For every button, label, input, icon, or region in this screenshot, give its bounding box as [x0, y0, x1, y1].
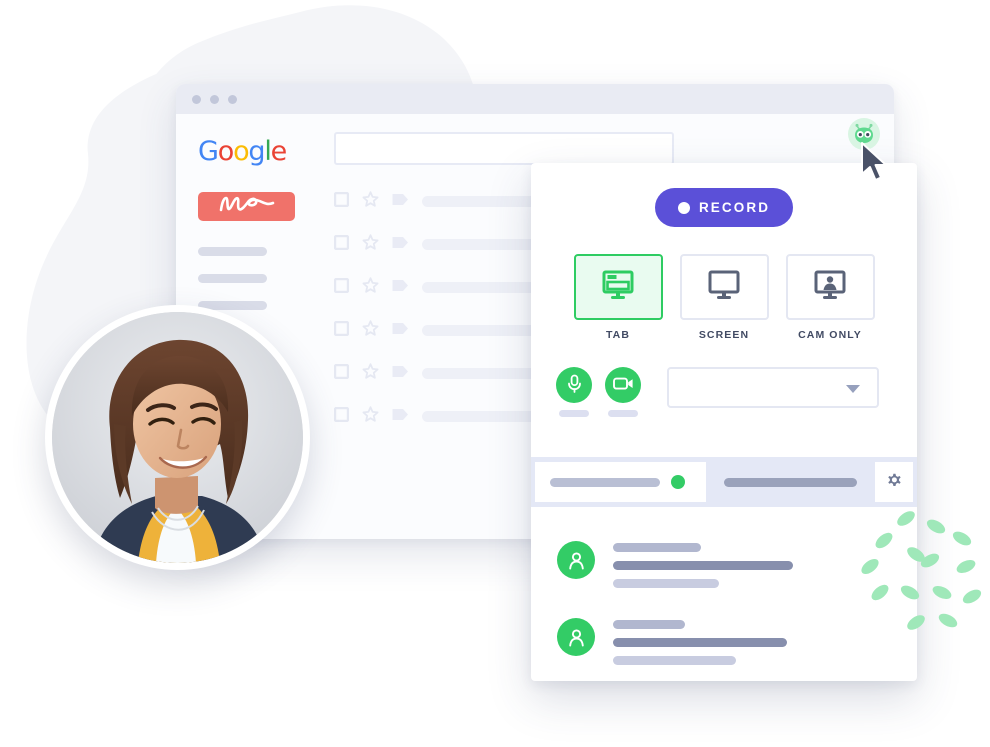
mode-tab-tile [573, 254, 663, 320]
leaf-icon [872, 529, 896, 552]
google-logo: Google [198, 136, 316, 167]
tab-active[interactable] [535, 462, 706, 502]
mail-checkbox[interactable] [333, 234, 350, 255]
scene-root: Google RECORD TAB SCREEN CAM ONLY [0, 0, 990, 747]
mode-cam-only-label: CAM ONLY [798, 329, 862, 341]
tab-active-label-placeholder [550, 477, 660, 487]
tag-icon[interactable] [392, 408, 409, 426]
tag-icon[interactable] [392, 365, 409, 383]
tag-icon[interactable] [392, 236, 409, 254]
person-avatar-icon [557, 618, 595, 656]
tab-inactive[interactable] [706, 462, 875, 502]
leaf-icon [868, 581, 892, 604]
leaf-icon [904, 612, 928, 633]
gear-icon [885, 471, 903, 494]
confetti-leaves [858, 495, 990, 655]
mic-control [556, 367, 592, 417]
contact-text-placeholder [613, 561, 793, 570]
close-dot-icon[interactable] [192, 94, 201, 104]
mode-screen-label: SCREEN [698, 329, 750, 341]
source-select[interactable] [667, 367, 879, 408]
tag-icon[interactable] [392, 322, 409, 340]
leaf-icon [898, 582, 922, 603]
star-outline-icon[interactable] [362, 405, 379, 428]
tab-inactive-label-placeholder [724, 477, 857, 487]
browser-tab-icon [600, 269, 636, 306]
contact-text-placeholder [613, 638, 787, 647]
mouse-pointer-icon [860, 142, 894, 184]
google-logo-letter: o [217, 136, 235, 167]
leaf-icon [960, 586, 984, 607]
google-logo-letter: g [248, 136, 265, 167]
maximize-dot-icon[interactable] [228, 94, 237, 104]
star-outline-icon[interactable] [362, 276, 379, 299]
camera-label-placeholder [608, 410, 638, 417]
green-status-dot-icon [671, 475, 685, 489]
webcam-bubble [45, 305, 310, 570]
search-input[interactable] [334, 132, 674, 165]
mail-checkbox[interactable] [333, 363, 350, 384]
camera-icon [612, 376, 634, 394]
minimize-dot-icon[interactable] [210, 94, 219, 104]
signature-script-icon [216, 194, 278, 219]
av-controls [556, 367, 917, 417]
star-outline-icon[interactable] [362, 319, 379, 342]
contact-lines [613, 541, 793, 588]
mode-tab-label: TAB [605, 329, 631, 341]
mode-tab[interactable]: TAB [573, 254, 663, 341]
leaf-icon [858, 556, 882, 577]
monitor-person-icon [812, 269, 848, 306]
contact-text-placeholder [613, 579, 719, 588]
tag-icon[interactable] [392, 279, 409, 297]
google-logo-letter: e [270, 136, 288, 167]
tag-icon[interactable] [392, 193, 409, 211]
contact-text-placeholder [613, 543, 701, 552]
leaf-icon [894, 508, 918, 529]
sidebar-nav-placeholder[interactable] [198, 274, 267, 283]
microphone-button[interactable] [556, 367, 592, 403]
chevron-down-icon [846, 385, 860, 393]
mail-checkbox[interactable] [333, 191, 350, 212]
avatar [52, 312, 303, 563]
record-button[interactable]: RECORD [655, 188, 793, 227]
monitor-icon [706, 269, 742, 306]
capture-mode-group: TAB SCREEN CAM ONLY [531, 254, 917, 341]
record-dot-icon [677, 201, 690, 214]
mail-checkbox[interactable] [333, 320, 350, 341]
leaf-icon [936, 610, 960, 631]
leaf-icon [954, 557, 978, 576]
google-logo-letter: o [233, 136, 250, 167]
mic-label-placeholder [559, 410, 589, 417]
mode-screen-tile [679, 254, 769, 320]
mode-cam-only[interactable]: CAM ONLY [785, 254, 875, 341]
leaf-icon [930, 583, 954, 602]
person-avatar-icon [557, 541, 595, 579]
star-outline-icon[interactable] [362, 190, 379, 213]
mode-cam-only-tile [785, 254, 875, 320]
mail-checkbox[interactable] [333, 277, 350, 298]
camera-button[interactable] [605, 367, 641, 403]
mode-screen[interactable]: SCREEN [679, 254, 769, 341]
google-logo-letter: G [198, 136, 219, 167]
leaf-icon [950, 528, 974, 549]
microphone-icon [566, 374, 583, 396]
contact-text-placeholder [613, 620, 685, 629]
sidebar-nav-placeholder[interactable] [198, 247, 267, 256]
camera-control [605, 367, 641, 417]
browser-titlebar [176, 84, 894, 114]
star-outline-icon[interactable] [362, 362, 379, 385]
contact-lines [613, 618, 787, 665]
mail-checkbox[interactable] [333, 406, 350, 427]
star-outline-icon[interactable] [362, 233, 379, 256]
leaf-icon [924, 516, 948, 537]
contact-text-placeholder [613, 656, 736, 665]
record-button-label: RECORD [698, 200, 771, 215]
compose-button[interactable] [198, 192, 295, 221]
